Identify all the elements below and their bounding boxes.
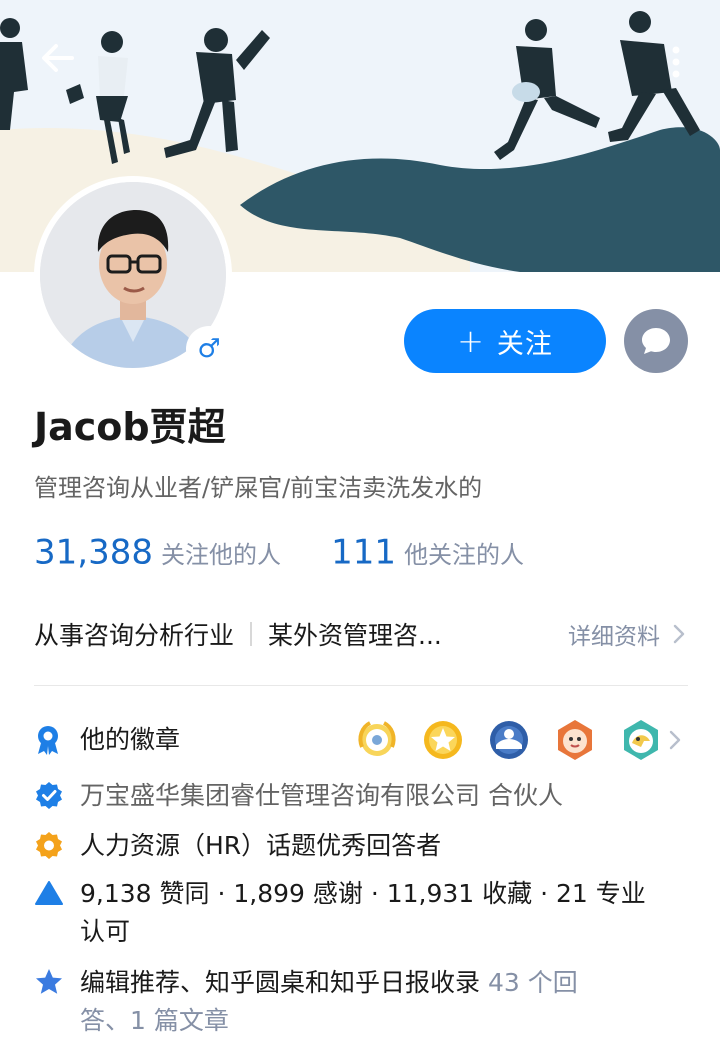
back-arrow-icon[interactable] xyxy=(36,36,80,80)
section-divider xyxy=(34,685,688,686)
badges-row[interactable]: 他的徽章 xyxy=(34,718,694,762)
medal-orange-face-icon xyxy=(558,720,592,760)
topic-answerer-row: 人力资源（HR）话题优秀回答者 xyxy=(34,827,694,865)
profile-name: Jacob贾超 xyxy=(34,405,226,449)
achievement-stats-row: 9,138 赞同 · 1,899 感谢 · 11,931 收藏 · 21 专业 … xyxy=(34,875,694,951)
industry-text: 从事咨询分析行业 xyxy=(34,621,235,650)
badge-ribbon-icon xyxy=(34,722,64,758)
company-role-row: 万宝盛华集团睿仕管理咨询有限公司 合伙人 xyxy=(34,777,694,815)
medal-blue-crest-icon xyxy=(490,721,528,759)
badges-label: 他的徽章 xyxy=(80,725,181,754)
following-count: 111 xyxy=(331,532,397,572)
featured-row: 编辑推荐、知乎圆桌和知乎日报收录 43 个回 答、1 篇文章 xyxy=(34,964,694,1040)
work-separator xyxy=(250,622,253,646)
medal-gold-star-icon xyxy=(424,721,462,759)
male-icon: ♂ xyxy=(190,330,228,368)
profile-headline: 管理咨询从业者/铲屎官/前宝洁卖洗发水的 xyxy=(34,474,483,502)
featured-text: 编辑推荐、知乎圆桌和知乎日报收录 43 个回 答、1 篇文章 xyxy=(80,964,578,1040)
upvote-triangle-icon xyxy=(34,875,64,911)
followers-link[interactable]: 31,388 关注他的人 xyxy=(34,532,286,572)
plus-icon: + xyxy=(457,322,485,360)
following-link[interactable]: 111 他关注的人 xyxy=(331,532,524,572)
featured-main-text: 编辑推荐、知乎圆桌和知乎日报收录 xyxy=(80,968,481,997)
followers-label: 关注他的人 xyxy=(160,540,281,569)
work-info-row: 从事咨询分析行业 某外资管理咨... 详细资料 xyxy=(34,612,686,656)
achievement-stats-line1: 9,138 赞同 · 1,899 感谢 · 11,931 收藏 · 21 专业 xyxy=(80,879,646,908)
detail-profile-label: 详细资料 xyxy=(568,624,660,650)
follow-button-label: 关注 xyxy=(496,328,553,360)
topic-answerer-text: 人力资源（HR）话题优秀回答者 xyxy=(80,831,442,860)
chat-bubble-icon xyxy=(642,328,670,354)
medal-gold-wreath-icon xyxy=(358,721,396,756)
featured-count-text-2: 答、1 篇文章 xyxy=(80,1006,229,1035)
company-text: 某外资管理咨... xyxy=(268,621,442,650)
company-role-text: 万宝盛华集团睿仕管理咨询有限公司 合伙人 xyxy=(80,781,563,810)
achievement-stats-line2: 认可 xyxy=(80,917,131,946)
message-button[interactable] xyxy=(624,309,688,373)
featured-count-text: 43 个回 xyxy=(480,968,578,997)
achievement-stats-text: 9,138 赞同 · 1,899 感谢 · 11,931 收藏 · 21 专业 … xyxy=(80,875,646,951)
follow-stats: 31,388 关注他的人 111 他关注的人 xyxy=(34,532,524,576)
chevron-right-icon xyxy=(669,730,681,750)
following-label: 他关注的人 xyxy=(404,540,525,569)
detail-profile-link[interactable]: 详细资料 xyxy=(568,617,686,651)
followers-count: 31,388 xyxy=(34,532,153,572)
star-icon xyxy=(34,964,64,1000)
verified-check-icon xyxy=(34,777,64,813)
gender-badge: ♂ xyxy=(186,326,232,372)
more-options-icon[interactable] xyxy=(660,40,692,84)
chevron-right-icon xyxy=(673,624,685,644)
medal-teal-bird-icon xyxy=(624,720,658,760)
follow-button[interactable]: + 关注 xyxy=(404,309,606,373)
excellent-answerer-icon xyxy=(34,827,64,863)
badge-medals xyxy=(354,718,684,762)
